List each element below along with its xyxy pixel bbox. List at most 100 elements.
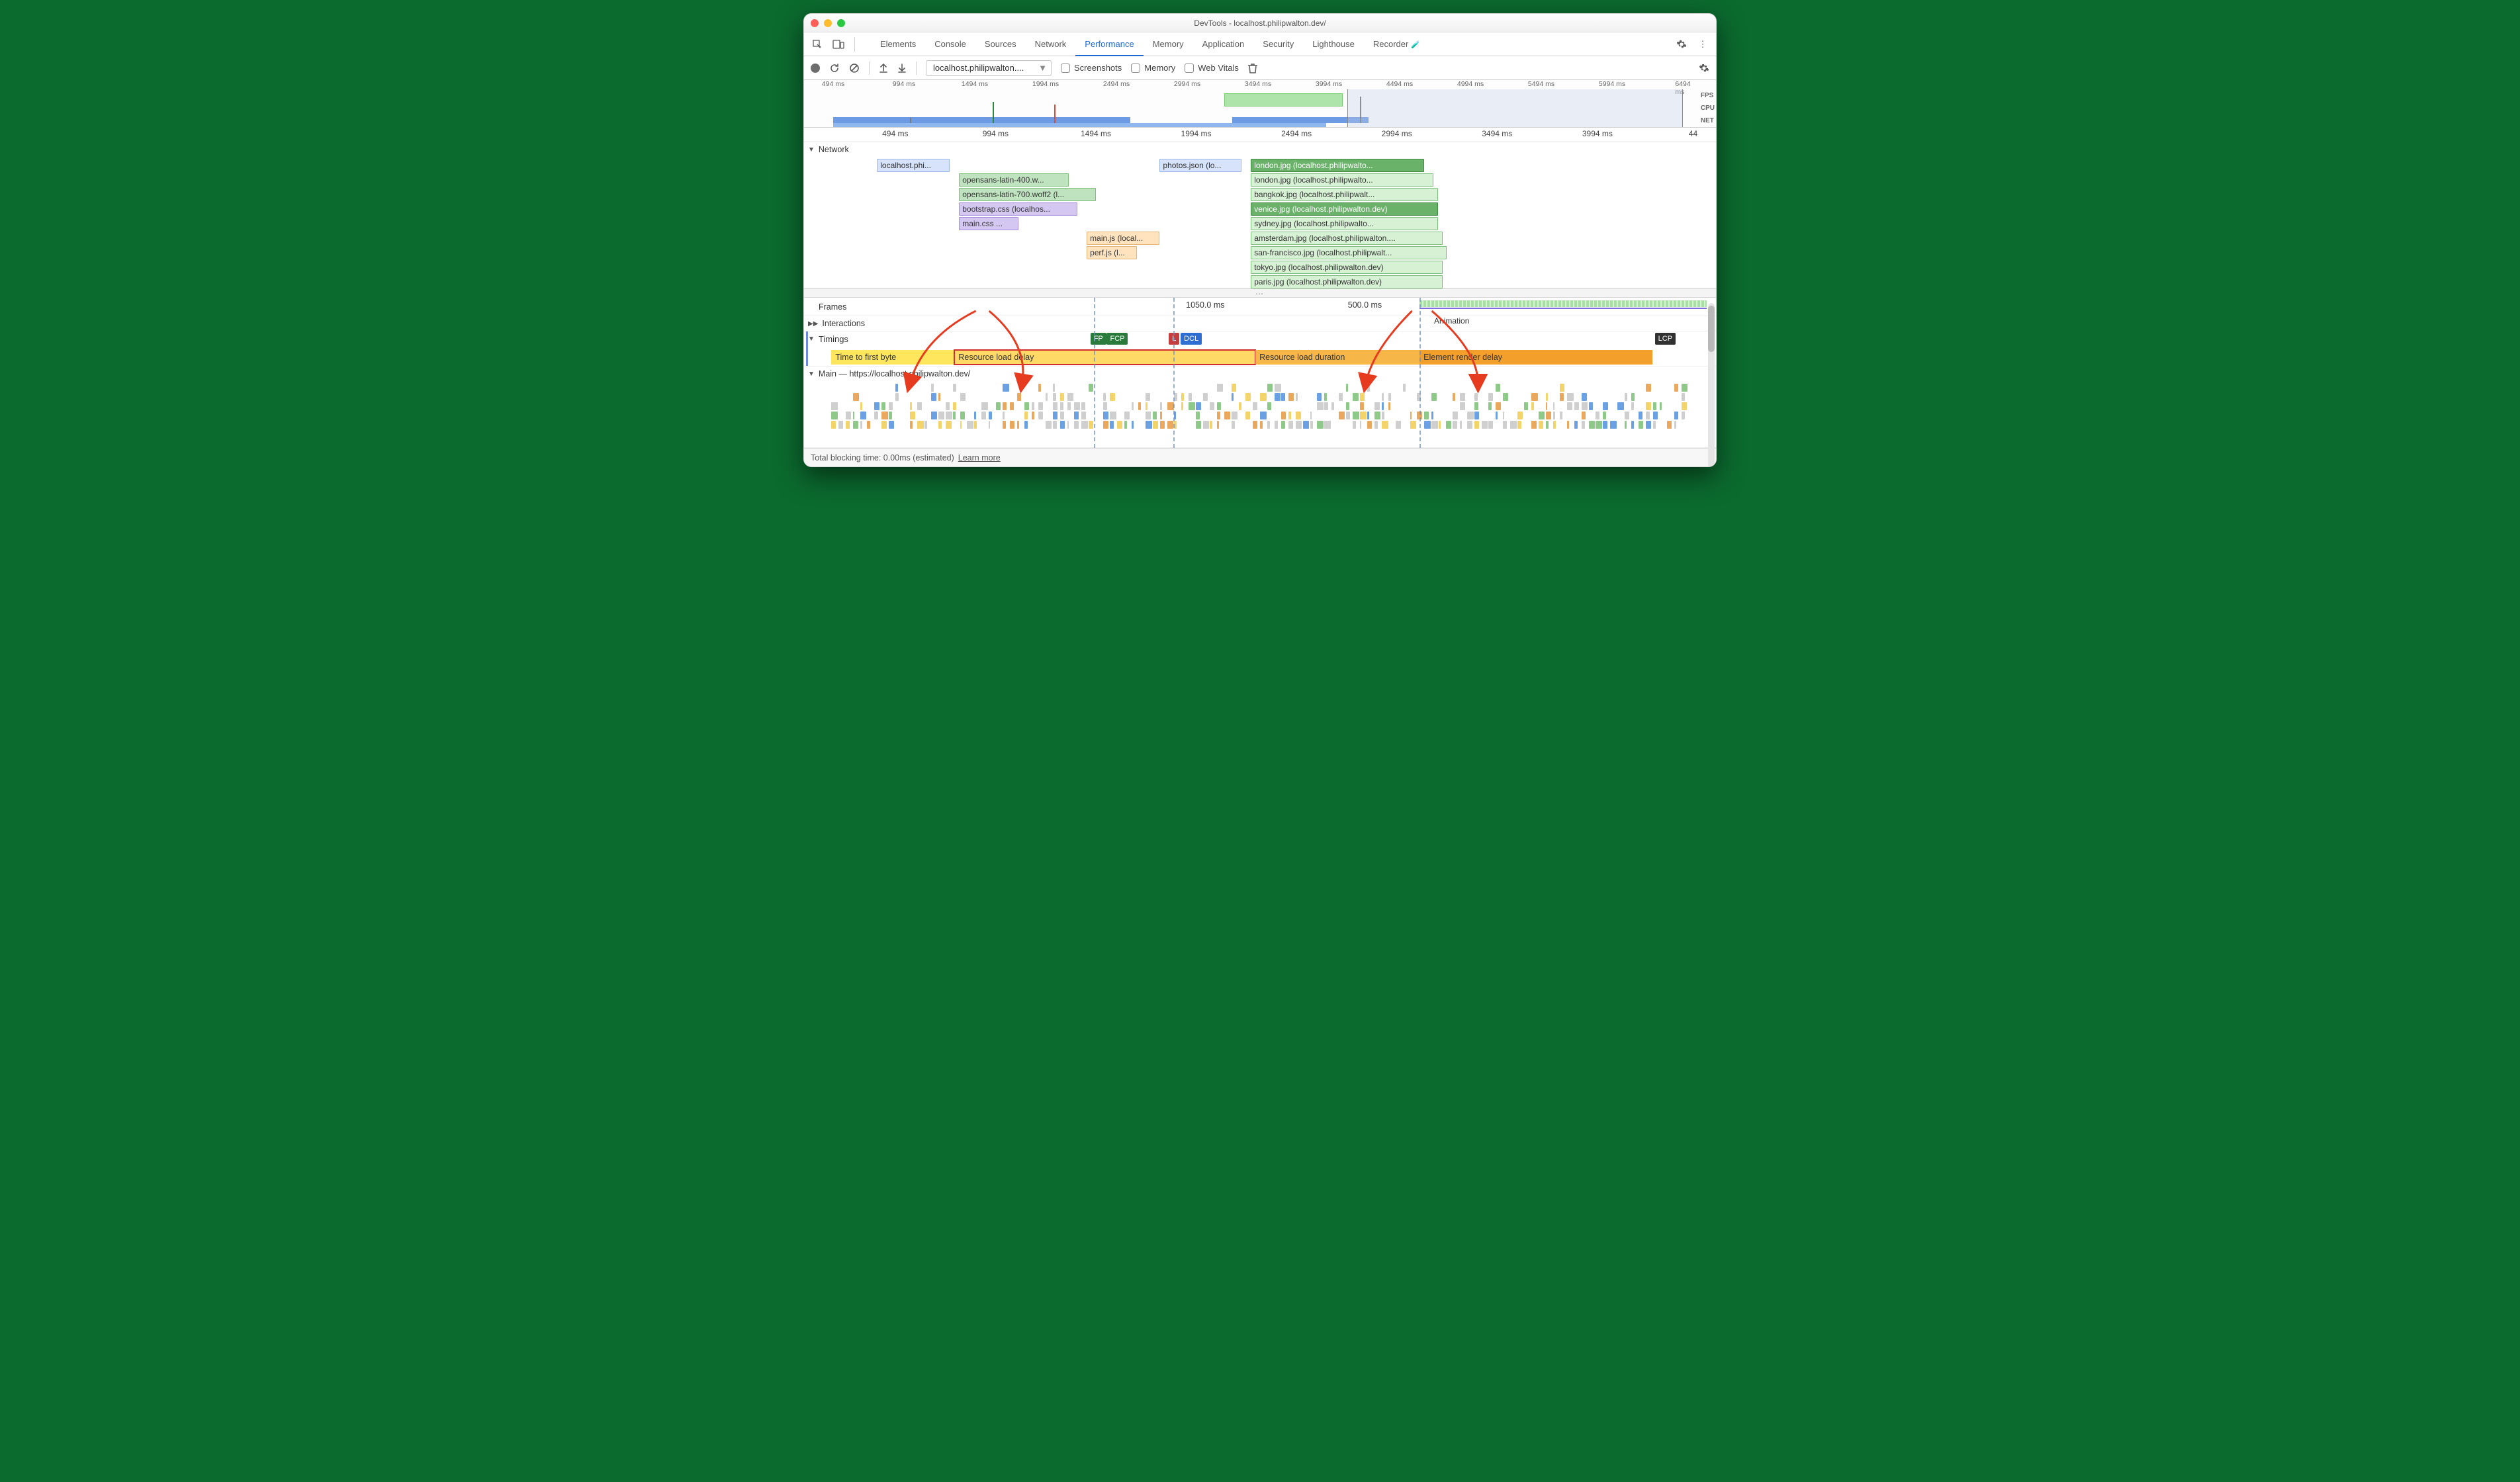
flame-bar[interactable]	[1117, 421, 1122, 429]
flame-bar[interactable]	[1089, 384, 1093, 392]
flame-bar[interactable]	[1167, 402, 1174, 410]
flame-bar[interactable]	[1488, 421, 1492, 429]
flame-bar[interactable]	[1346, 412, 1351, 419]
clear-button[interactable]	[849, 63, 860, 73]
flame-bar[interactable]	[1646, 412, 1650, 419]
flame-bar[interactable]	[1631, 402, 1634, 410]
flame-bar[interactable]	[1103, 402, 1108, 410]
flame-bar[interactable]	[989, 421, 990, 429]
flame-bar[interactable]	[1317, 402, 1324, 410]
flame-bar[interactable]	[1567, 393, 1573, 401]
tab-sources[interactable]: Sources	[975, 32, 1026, 56]
flame-bar[interactable]	[974, 412, 976, 419]
network-resource[interactable]: paris.jpg (localhost.philipwalton.dev)	[1251, 275, 1442, 288]
flame-bar[interactable]	[1553, 421, 1556, 429]
flame-bar[interactable]	[1353, 412, 1359, 419]
flame-bar[interactable]	[1453, 412, 1458, 419]
flame-bar[interactable]	[1674, 421, 1676, 429]
flame-bar[interactable]	[1346, 402, 1349, 410]
flame-bar[interactable]	[1060, 393, 1065, 401]
inspect-icon[interactable]	[809, 36, 825, 52]
flame-bar[interactable]	[1382, 393, 1384, 401]
flame-bar[interactable]	[1496, 412, 1497, 419]
tab-recorder[interactable]: Recorder 🧪	[1364, 32, 1429, 56]
flame-bar[interactable]	[1324, 421, 1331, 429]
flame-bar[interactable]	[1625, 421, 1627, 429]
flame-bar[interactable]	[1639, 421, 1643, 429]
flame-bar[interactable]	[889, 402, 893, 410]
tab-console[interactable]: Console	[925, 32, 975, 56]
settings-icon[interactable]	[1674, 36, 1689, 52]
network-resource[interactable]: london.jpg (localhost.philipwalto...	[1251, 173, 1433, 187]
flame-bar[interactable]	[1431, 421, 1437, 429]
flame-bar[interactable]	[1232, 384, 1236, 392]
flame-bar[interactable]	[1553, 402, 1554, 410]
flame-bar[interactable]	[1267, 384, 1273, 392]
flame-bar[interactable]	[1567, 402, 1572, 410]
flame-bar[interactable]	[1203, 421, 1209, 429]
flame-bar[interactable]	[953, 402, 956, 410]
flame-bar[interactable]	[1374, 412, 1380, 419]
flame-bar[interactable]	[1281, 421, 1285, 429]
flame-bar[interactable]	[1067, 402, 1071, 410]
flame-bar[interactable]	[1189, 402, 1195, 410]
flame-bar[interactable]	[1596, 412, 1599, 419]
flame-bar[interactable]	[1217, 421, 1219, 429]
flame-bar[interactable]	[1196, 421, 1201, 429]
flame-bar[interactable]	[1288, 393, 1294, 401]
network-resource[interactable]: main.js (local...	[1087, 232, 1159, 245]
flame-bar[interactable]	[1374, 402, 1380, 410]
timings-header[interactable]: ▼Timings	[804, 331, 1716, 346]
flame-bar[interactable]	[1275, 393, 1281, 401]
flame-bar[interactable]	[1682, 402, 1687, 410]
flame-bar[interactable]	[1531, 421, 1537, 429]
flame-bar[interactable]	[853, 421, 859, 429]
flame-bar[interactable]	[1553, 412, 1556, 419]
flame-bar[interactable]	[1488, 393, 1492, 401]
flame-bar[interactable]	[1017, 393, 1021, 401]
flame-bar[interactable]	[1660, 402, 1662, 410]
flame-bar[interactable]	[1181, 393, 1184, 401]
flame-bar[interactable]	[1625, 412, 1630, 419]
flame-bar[interactable]	[1574, 421, 1578, 429]
flame-bar[interactable]	[1032, 412, 1034, 419]
network-resource[interactable]: venice.jpg (localhost.philipwalton.dev)	[1251, 202, 1437, 216]
scrollbar[interactable]	[1708, 303, 1715, 467]
flame-bar[interactable]	[1317, 421, 1324, 429]
flame-bar[interactable]	[1310, 412, 1312, 419]
flame-bar[interactable]	[1453, 393, 1455, 401]
flame-bar[interactable]	[1531, 402, 1534, 410]
flame-bar[interactable]	[1017, 421, 1019, 429]
flame-bar[interactable]	[1403, 384, 1406, 392]
flame-bar[interactable]	[910, 412, 915, 419]
flame-bar[interactable]	[1617, 402, 1624, 410]
flame-bar[interactable]	[1367, 412, 1369, 419]
flame-bar[interactable]	[981, 402, 988, 410]
record-button[interactable]	[811, 64, 820, 73]
capture-settings-icon[interactable]	[1699, 63, 1709, 73]
flame-bar[interactable]	[1245, 412, 1250, 419]
flame-bar[interactable]	[910, 402, 912, 410]
flame-bar[interactable]	[1360, 393, 1365, 401]
flame-bar[interactable]	[1038, 412, 1043, 419]
flame-bar[interactable]	[1503, 393, 1508, 401]
flame-bar[interactable]	[1382, 402, 1384, 410]
flame-bar[interactable]	[1153, 421, 1158, 429]
flame-bar[interactable]	[1467, 412, 1474, 419]
flame-bar[interactable]	[1174, 393, 1177, 401]
flame-bar[interactable]	[1103, 412, 1108, 419]
flame-bar[interactable]	[960, 412, 966, 419]
flame-bar[interactable]	[1003, 421, 1005, 429]
lcp-phase[interactable]: Element render delay	[1419, 350, 1652, 365]
flame-bar[interactable]	[1224, 412, 1230, 419]
flame-bar[interactable]	[946, 421, 952, 429]
flame-bar[interactable]	[960, 421, 962, 429]
flame-bar[interactable]	[1474, 421, 1479, 429]
network-resource[interactable]: london.jpg (localhost.philipwalto...	[1251, 159, 1424, 172]
tab-lighthouse[interactable]: Lighthouse	[1303, 32, 1364, 56]
flame-bar[interactable]	[1346, 384, 1349, 392]
flame-bar[interactable]	[1524, 402, 1528, 410]
lcp-phase[interactable]: Resource load duration	[1255, 350, 1419, 365]
flame-bar[interactable]	[1453, 421, 1457, 429]
flame-bar[interactable]	[1531, 393, 1538, 401]
